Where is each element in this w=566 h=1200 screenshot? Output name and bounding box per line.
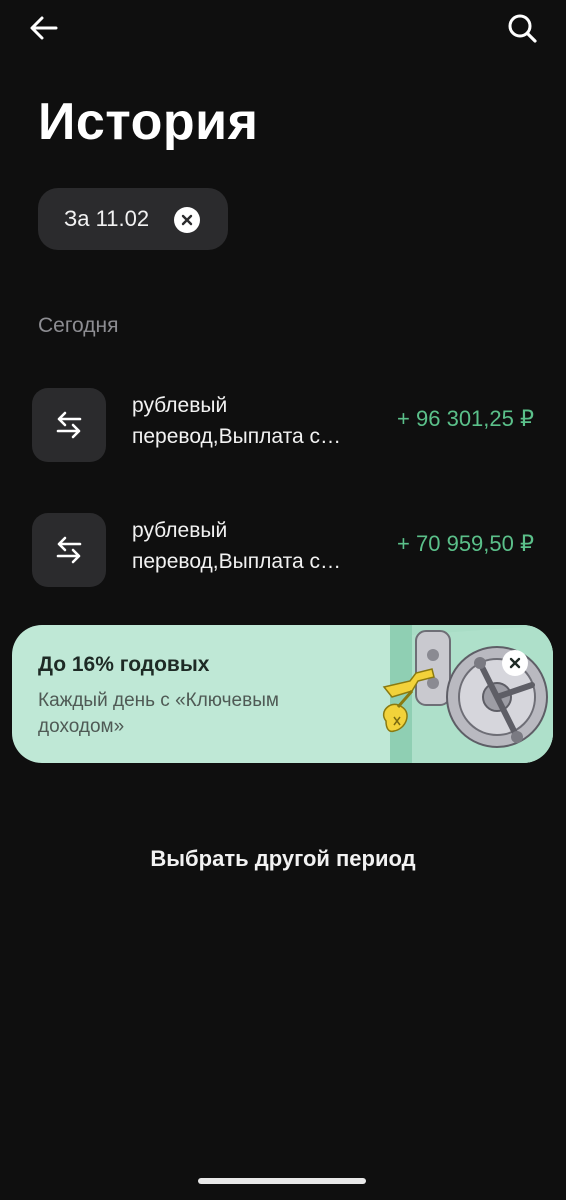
- clear-filter-button[interactable]: [174, 207, 200, 233]
- safe-with-keys-illustration: [382, 625, 553, 763]
- transaction-row[interactable]: рублевый перевод,Выплата с… + 70 959,50 …: [0, 509, 566, 589]
- search-button[interactable]: [500, 6, 544, 50]
- top-bar: [0, 0, 566, 60]
- transaction-row[interactable]: рублевый перевод,Выплата с… + 96 301,25 …: [0, 384, 566, 464]
- transaction-title-line1: рублевый: [132, 519, 228, 542]
- section-date-label: Сегодня: [38, 314, 119, 337]
- home-indicator[interactable]: [198, 1178, 366, 1184]
- date-filter-label: За 11.02: [64, 206, 150, 231]
- history-screen: История За 11.02 Сегодня рублевый перево…: [0, 0, 566, 1200]
- transaction-amount: + 70 959,50 ₽: [397, 531, 534, 556]
- transaction-icon-box: [32, 513, 106, 587]
- transfer-arrows-icon: [56, 411, 82, 439]
- promo-title: До 16% годовых: [38, 653, 210, 676]
- page-title: История: [38, 93, 259, 151]
- transaction-amount: + 96 301,25 ₽: [397, 406, 534, 431]
- transaction-title: рублевый перевод,Выплата с…: [132, 390, 372, 452]
- promo-subtitle: Каждый день с «Ключевым доходом»: [38, 690, 279, 737]
- transaction-title-line2: перевод,Выплата с…: [132, 550, 341, 573]
- promo-close-button[interactable]: [502, 650, 528, 676]
- transaction-title-line2: перевод,Выплата с…: [132, 425, 341, 448]
- transaction-title-line1: рублевый: [132, 394, 228, 417]
- transaction-icon-box: [32, 388, 106, 462]
- back-button[interactable]: [22, 6, 66, 50]
- transfer-arrows-icon: [56, 536, 82, 564]
- date-filter-chip[interactable]: За 11.02: [38, 188, 228, 250]
- search-icon: [508, 14, 537, 43]
- promo-banner[interactable]: До 16% годовых Каждый день с «Ключевым д…: [12, 625, 553, 763]
- arrow-left-icon: [30, 16, 58, 40]
- close-circle-icon: [181, 214, 193, 226]
- transaction-title: рублевый перевод,Выплата с…: [132, 515, 372, 577]
- choose-period-link[interactable]: Выбрать другой период: [0, 846, 566, 872]
- close-icon: [509, 657, 521, 669]
